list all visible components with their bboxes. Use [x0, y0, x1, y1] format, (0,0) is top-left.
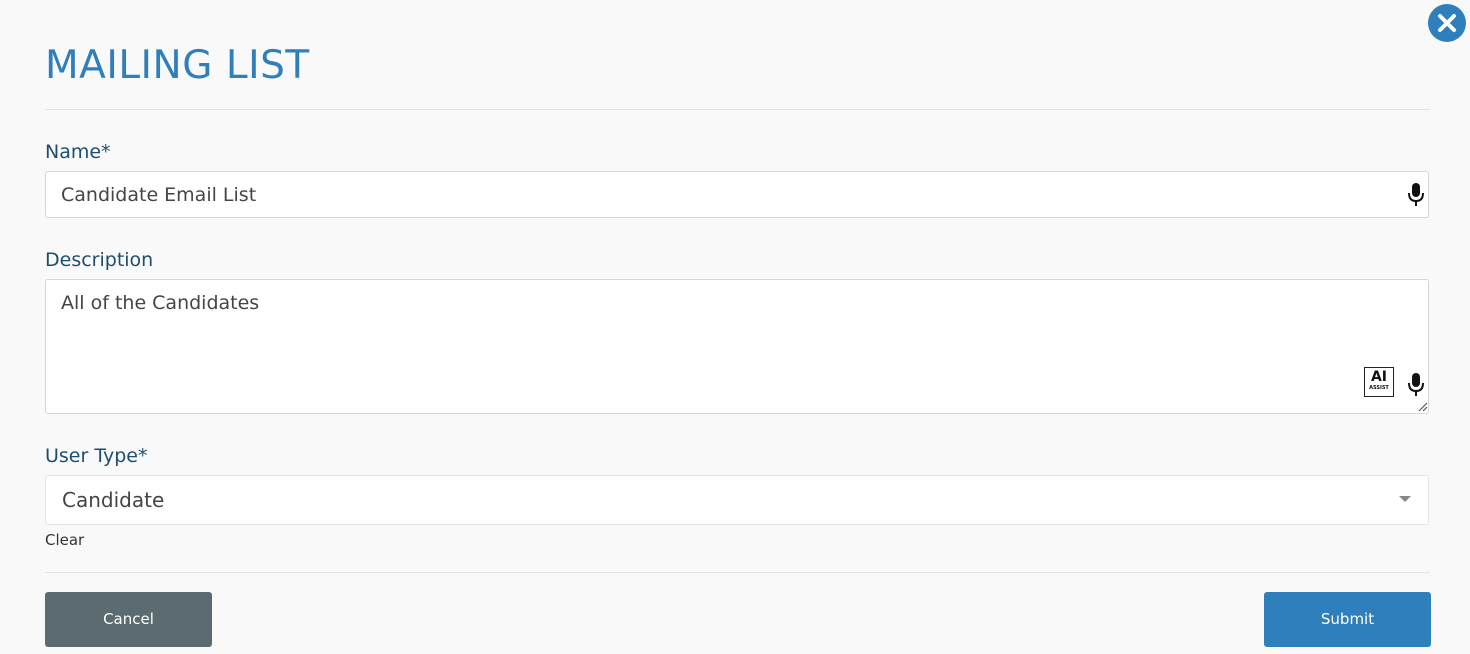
user-type-selected-value[interactable]: Candidate — [62, 488, 164, 512]
ai-assist-label: AI — [1370, 369, 1388, 385]
ai-assist-sublabel: ASSIST — [1369, 385, 1389, 391]
microphone-icon[interactable] — [1406, 372, 1426, 398]
page-title: MAILING LIST — [45, 43, 310, 88]
microphone-icon[interactable] — [1406, 182, 1426, 208]
header-divider — [45, 109, 1430, 110]
clear-link[interactable]: Clear — [45, 530, 84, 550]
close-button[interactable] — [1428, 4, 1466, 42]
name-label: Name* — [45, 141, 111, 163]
description-textarea[interactable]: All of the Candidates AI ASSIST — [45, 279, 1429, 414]
user-type-select[interactable]: Candidate — [45, 475, 1429, 525]
name-input[interactable]: Candidate Email List — [45, 171, 1429, 218]
cancel-button[interactable]: Cancel — [45, 592, 212, 647]
user-type-label: User Type* — [45, 445, 148, 467]
name-input-value[interactable]: Candidate Email List — [61, 183, 256, 207]
chevron-down-icon[interactable] — [1398, 495, 1412, 503]
ai-assist-button[interactable]: AI ASSIST — [1364, 367, 1394, 397]
mailing-list-dialog: MAILING LIST Name* Candidate Email List … — [0, 0, 1470, 654]
resize-handle-icon[interactable] — [1416, 400, 1428, 412]
description-label: Description — [45, 249, 154, 271]
footer-divider — [45, 572, 1430, 573]
close-icon — [1438, 14, 1456, 32]
submit-button[interactable]: Submit — [1264, 592, 1431, 647]
description-textarea-value[interactable]: All of the Candidates — [61, 291, 259, 315]
